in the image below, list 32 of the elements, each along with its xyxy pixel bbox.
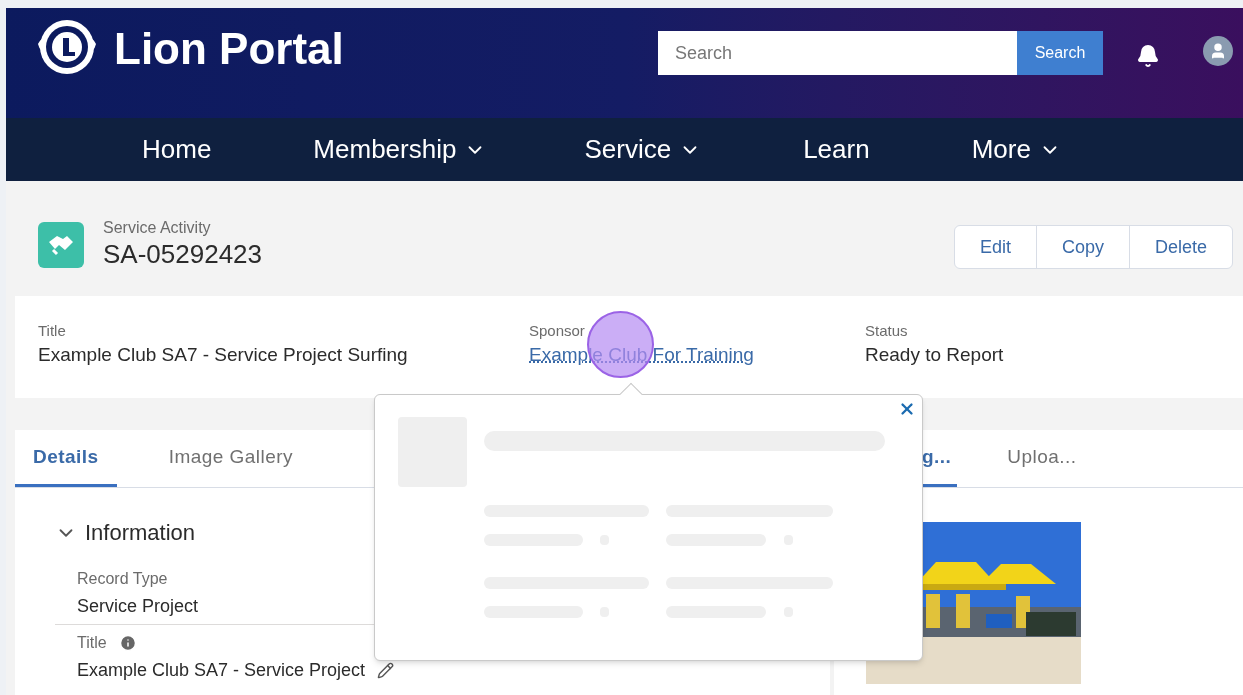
nav-item[interactable]: Service [584, 130, 702, 169]
nav-item[interactable]: Membership [313, 130, 487, 169]
field-value: Example Club SA7 - Service Project [77, 659, 366, 682]
record-type: Service Activity [103, 218, 212, 238]
field-label: Title [38, 321, 67, 341]
nav-item[interactable]: Home [142, 130, 212, 169]
nav-item[interactable]: More [971, 130, 1061, 169]
action-button[interactable]: Copy [1035, 226, 1129, 268]
record-id: SA-05292423 [103, 238, 263, 270]
field-value: Ready to Report [865, 343, 1004, 367]
info-icon[interactable] [118, 634, 137, 652]
tab[interactable]: Image Gallery [168, 430, 294, 487]
field-value: Example Club SA7 - Service Project Surfing [38, 343, 409, 367]
search-button[interactable]: Search [1017, 31, 1103, 75]
portal-title: Lion Portal [114, 23, 344, 75]
field-label: Status [865, 321, 909, 341]
field-value: Service Project [77, 595, 199, 618]
avatar-icon[interactable] [1203, 36, 1233, 66]
close-icon[interactable] [898, 400, 916, 418]
handshake-icon [38, 222, 84, 268]
nav-item[interactable]: Learn [803, 130, 870, 169]
tab[interactable]: Uploa... [1007, 430, 1077, 487]
field-label: Record Type [77, 569, 168, 589]
field-label: Sponsor [529, 321, 586, 341]
pencil-icon[interactable] [377, 661, 395, 679]
action-button[interactable]: Delete [1128, 226, 1232, 268]
search-field[interactable]: Search [658, 31, 1017, 75]
section-header[interactable]: Information [55, 516, 196, 549]
tab[interactable]: Details [15, 430, 117, 487]
field-label: Title [77, 633, 107, 653]
notifications-icon[interactable] [1136, 44, 1160, 68]
action-button[interactable]: Edit [954, 226, 1036, 268]
